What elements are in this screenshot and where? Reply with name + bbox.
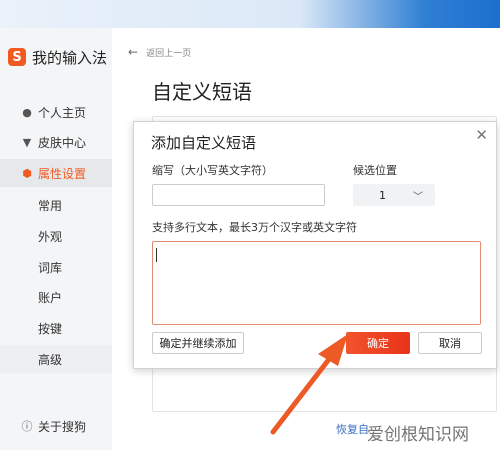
sidebar-item-label: 属性设置 bbox=[38, 166, 87, 181]
sidebar-subitem-common[interactable]: 常用 bbox=[0, 191, 112, 219]
abbr-label: 缩写（大小写英文字符） bbox=[152, 164, 273, 177]
sidebar-item-label: 皮肤中心 bbox=[38, 135, 87, 150]
sidebar-subitem-advanced[interactable]: 高级 bbox=[0, 345, 112, 373]
sidebar-subitem-appearance[interactable]: 外观 bbox=[0, 222, 112, 250]
restore-link[interactable]: 恢复自 bbox=[336, 421, 369, 437]
person-icon: ● bbox=[22, 105, 32, 119]
content-textarea[interactable] bbox=[152, 241, 481, 325]
sidebar-item-label: 关于搜狗 bbox=[38, 419, 87, 434]
back-link-label: 返回上一页 bbox=[146, 48, 192, 59]
cancel-button[interactable]: 取消 bbox=[418, 332, 482, 354]
position-label: 候选位置 bbox=[353, 164, 397, 177]
brand-name: 我的输入法 bbox=[32, 48, 108, 67]
abbr-input[interactable] bbox=[152, 184, 325, 206]
page-title: 自定义短语 bbox=[152, 80, 252, 104]
chevron-down-icon: ﹀ bbox=[413, 191, 423, 203]
info-icon: ⓘ bbox=[21, 420, 33, 433]
sidebar-subitem-account[interactable]: 账户 bbox=[0, 283, 112, 311]
sidebar-subitem-keys[interactable]: 按键 bbox=[0, 314, 112, 342]
settings-hex-icon: ⬢ bbox=[22, 166, 32, 180]
window-top-bar bbox=[0, 0, 500, 28]
sogou-logo-icon: S bbox=[8, 48, 26, 66]
sidebar-subitem-dictionary[interactable]: 词库 bbox=[0, 253, 112, 281]
back-link[interactable]: ← 返回上一页 bbox=[128, 45, 191, 59]
position-select[interactable]: 1 ﹀ bbox=[353, 184, 435, 206]
watermark: 爱创根知识网 bbox=[367, 425, 469, 445]
close-icon[interactable]: ✕ bbox=[475, 126, 488, 144]
dialog-title: 添加自定义短语 bbox=[151, 134, 257, 152]
ok-button[interactable]: 确定 bbox=[346, 332, 410, 354]
brand: S 我的输入法 bbox=[8, 47, 107, 67]
sidebar-item-settings[interactable]: ⬢ 属性设置 bbox=[0, 159, 112, 187]
shirt-icon: ▼ bbox=[22, 135, 32, 149]
position-value: 1 bbox=[379, 188, 386, 202]
sidebar-item-about[interactable]: ⓘ 关于搜狗 bbox=[0, 412, 112, 440]
text-caret bbox=[156, 248, 157, 262]
arrow-left-icon: ← bbox=[128, 45, 139, 59]
confirm-and-continue-button[interactable]: 确定并继续添加 bbox=[152, 332, 244, 354]
add-phrase-dialog: 添加自定义短语 ✕ 缩写（大小写英文字符） 候选位置 1 ﹀ 支持多行文本，最长… bbox=[133, 121, 497, 369]
content-label: 支持多行文本，最长3万个汉字或英文字符 bbox=[152, 221, 357, 234]
sidebar-item-label: 个人主页 bbox=[38, 105, 87, 120]
sidebar-item-profile[interactable]: ● 个人主页 bbox=[0, 98, 112, 126]
sidebar: S 我的输入法 ● 个人主页 ▼ 皮肤中心 ⬢ 属性设置 常用 外观 词库 账户… bbox=[0, 28, 112, 450]
sidebar-item-skins[interactable]: ▼ 皮肤中心 bbox=[0, 128, 112, 156]
